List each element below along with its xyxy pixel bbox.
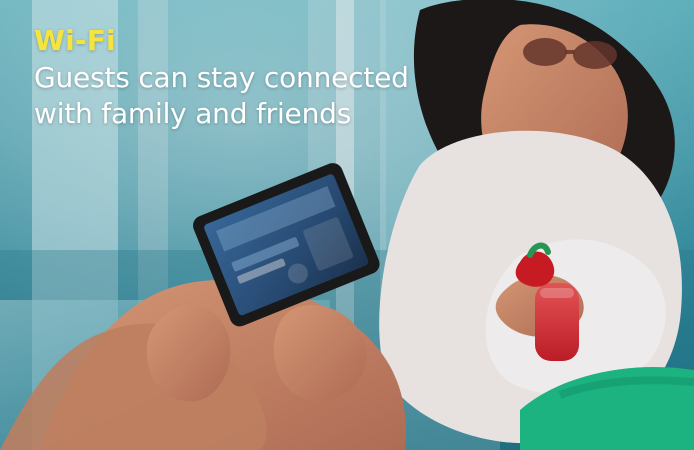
caption-headline-line-1: Guests can stay connected: [34, 61, 409, 94]
caption-kicker: Wi-Fi: [34, 24, 116, 57]
hero-banner: Wi-Fi Guests can stay connected with fam…: [0, 0, 694, 450]
caption-headline: Guests can stay connected with family an…: [34, 60, 494, 132]
caption-headline-line-2: with family and friends: [34, 97, 352, 130]
overlay-caption: Wi-Fi Guests can stay connected with fam…: [34, 26, 494, 132]
